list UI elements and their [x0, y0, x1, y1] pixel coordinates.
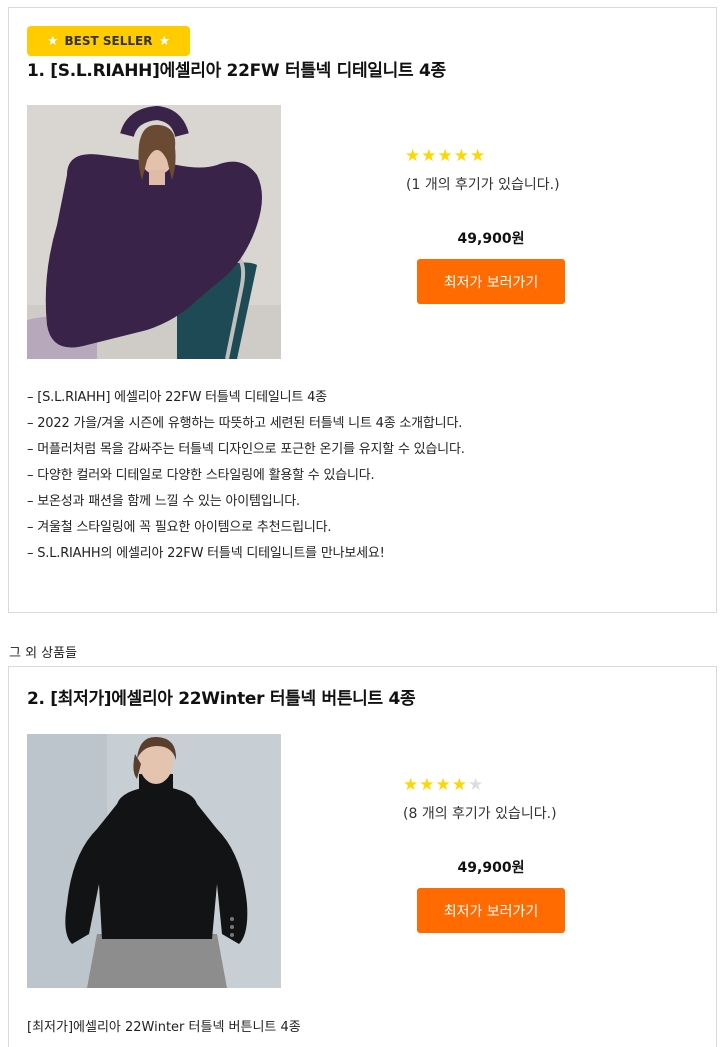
- product-card-2: 2. [최저가]에셀리아 22Winter 터틀넥 버튼니트 4종 ★★★★★ …: [8, 666, 717, 1047]
- star-icon: ★: [158, 33, 171, 49]
- description-line: – 보온성과 패션을 함께 느낄 수 있는 아이템입니다.: [27, 494, 300, 509]
- lowest-price-button[interactable]: 최저가 보러가기: [417, 259, 565, 304]
- best-seller-badge: ★ BEST SELLER ★: [27, 26, 190, 56]
- description-line: – 겨울철 스타일링에 꼭 필요한 아이템으로 추천드립니다.: [27, 520, 332, 535]
- other-products-heading: 그 외 상품들: [9, 646, 78, 661]
- rating-stars-empty: ★: [467, 775, 485, 795]
- description-line: – S.L.RIAHH의 에셀리아 22FW 터틀넥 디테일니트를 만나보세요!: [27, 546, 385, 561]
- product-price: 49,900원: [457, 860, 525, 876]
- review-count: (8 개의 후기가 있습니다.): [403, 806, 557, 822]
- rating-stars: ★★★★★: [403, 775, 484, 795]
- rating-stars-filled: ★★★★★: [405, 146, 487, 166]
- description-line: – [S.L.RIAHH] 에셀리아 22FW 터틀넥 디테일니트 4종: [27, 390, 327, 405]
- review-count: (1 개의 후기가 있습니다.): [406, 177, 560, 193]
- rating-stars: ★★★★★: [405, 146, 486, 166]
- product-description: – [S.L.RIAHH] 에셀리아 22FW 터틀넥 디테일니트 4종 – 2…: [27, 385, 465, 567]
- description-line: – 머플러처럼 목을 감싸주는 터틀넥 디자인으로 포근한 온기를 유지할 수 …: [27, 442, 465, 457]
- product-description: [최저가]에셀리아 22Winter 터틀넥 버튼니트 4종: [27, 1020, 301, 1035]
- lowest-price-button[interactable]: 최저가 보러가기: [417, 888, 565, 933]
- product-price: 49,900원: [457, 231, 525, 247]
- product-title[interactable]: 2. [최저가]에셀리아 22Winter 터틀넥 버튼니트 4종: [27, 684, 416, 709]
- rating-stars-filled: ★★★★: [403, 775, 468, 795]
- product-image[interactable]: [27, 734, 281, 988]
- description-line: – 다양한 컬러와 디테일로 다양한 스타일링에 활용할 수 있습니다.: [27, 468, 375, 483]
- badge-label: BEST SELLER: [64, 34, 153, 48]
- product-title[interactable]: 1. [S.L.RIAHH]에셀리아 22FW 터틀넥 디테일니트 4종: [27, 56, 446, 81]
- product-image[interactable]: [27, 105, 281, 359]
- star-icon: ★: [46, 33, 59, 49]
- description-line: – 2022 가을/겨울 시즌에 유행하는 따뜻하고 세련된 터틀넥 니트 4종…: [27, 416, 463, 431]
- product-card-1: ★ BEST SELLER ★ 1. [S.L.RIAHH]에셀리아 22FW …: [8, 7, 717, 613]
